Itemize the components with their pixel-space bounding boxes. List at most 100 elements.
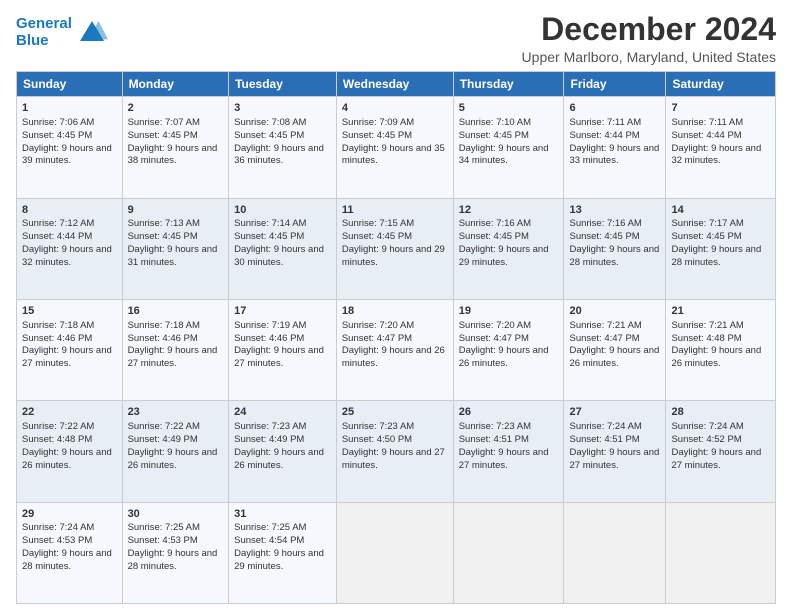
calendar-cell: 6Sunrise: 7:11 AMSunset: 4:44 PMDaylight… <box>564 97 666 198</box>
sunrise: Sunrise: 7:24 AM <box>22 522 94 533</box>
sunrise: Sunrise: 7:06 AM <box>22 117 94 128</box>
sunset: Sunset: 4:46 PM <box>234 333 304 344</box>
daylight: Daylight: 9 hours and 26 minutes. <box>234 447 324 471</box>
calendar-table: SundayMondayTuesdayWednesdayThursdayFrid… <box>16 71 776 604</box>
calendar-cell: 29Sunrise: 7:24 AMSunset: 4:53 PMDayligh… <box>17 502 123 603</box>
week-row-2: 8Sunrise: 7:12 AMSunset: 4:44 PMDaylight… <box>17 198 776 299</box>
daylight: Daylight: 9 hours and 26 minutes. <box>459 345 549 369</box>
day-number: 4 <box>342 101 448 116</box>
daylight: Daylight: 9 hours and 32 minutes. <box>671 143 761 167</box>
sunset: Sunset: 4:51 PM <box>459 434 529 445</box>
sunrise: Sunrise: 7:24 AM <box>671 421 743 432</box>
daylight: Daylight: 9 hours and 29 minutes. <box>459 244 549 268</box>
sunrise: Sunrise: 7:07 AM <box>128 117 200 128</box>
day-number: 5 <box>459 101 559 116</box>
day-number: 20 <box>569 304 660 319</box>
calendar-cell: 8Sunrise: 7:12 AMSunset: 4:44 PMDaylight… <box>17 198 123 299</box>
day-number: 22 <box>22 405 117 420</box>
sunset: Sunset: 4:48 PM <box>22 434 92 445</box>
calendar-cell: 28Sunrise: 7:24 AMSunset: 4:52 PMDayligh… <box>666 401 776 502</box>
day-number: 12 <box>459 203 559 218</box>
calendar-cell: 12Sunrise: 7:16 AMSunset: 4:45 PMDayligh… <box>453 198 564 299</box>
sunrise: Sunrise: 7:23 AM <box>459 421 531 432</box>
sunrise: Sunrise: 7:22 AM <box>22 421 94 432</box>
day-number: 24 <box>234 405 331 420</box>
sunrise: Sunrise: 7:24 AM <box>569 421 641 432</box>
sunrise: Sunrise: 7:15 AM <box>342 218 414 229</box>
sunset: Sunset: 4:53 PM <box>22 535 92 546</box>
day-number: 27 <box>569 405 660 420</box>
sunset: Sunset: 4:49 PM <box>128 434 198 445</box>
sunrise: Sunrise: 7:17 AM <box>671 218 743 229</box>
week-row-3: 15Sunrise: 7:18 AMSunset: 4:46 PMDayligh… <box>17 299 776 400</box>
calendar-cell: 13Sunrise: 7:16 AMSunset: 4:45 PMDayligh… <box>564 198 666 299</box>
daylight: Daylight: 9 hours and 28 minutes. <box>22 548 112 572</box>
daylight: Daylight: 9 hours and 35 minutes. <box>342 143 445 167</box>
calendar-cell <box>666 502 776 603</box>
day-number: 13 <box>569 203 660 218</box>
sunrise: Sunrise: 7:25 AM <box>234 522 306 533</box>
sunrise: Sunrise: 7:23 AM <box>342 421 414 432</box>
sunrise: Sunrise: 7:22 AM <box>128 421 200 432</box>
sunrise: Sunrise: 7:18 AM <box>128 320 200 331</box>
daylight: Daylight: 9 hours and 39 minutes. <box>22 143 112 167</box>
calendar-cell: 26Sunrise: 7:23 AMSunset: 4:51 PMDayligh… <box>453 401 564 502</box>
sunset: Sunset: 4:45 PM <box>671 231 741 242</box>
daylight: Daylight: 9 hours and 29 minutes. <box>234 548 324 572</box>
day-number: 18 <box>342 304 448 319</box>
calendar-cell: 9Sunrise: 7:13 AMSunset: 4:45 PMDaylight… <box>122 198 229 299</box>
calendar-cell: 31Sunrise: 7:25 AM Sunset: 4:54 PM Dayligh… <box>229 502 337 603</box>
sunrise: Sunrise: 7:18 AM <box>22 320 94 331</box>
sunrise: Sunrise: 7:23 AM <box>234 421 306 432</box>
sunrise: Sunrise: 7:16 AM <box>459 218 531 229</box>
calendar-cell: 24Sunrise: 7:23 AMSunset: 4:49 PMDayligh… <box>229 401 337 502</box>
daylight: Daylight: 9 hours and 27 minutes. <box>22 345 112 369</box>
sunset: Sunset: 4:44 PM <box>22 231 92 242</box>
day-number: 6 <box>569 101 660 116</box>
sunset: Sunset: 4:50 PM <box>342 434 412 445</box>
sunrise: Sunrise: 7:25 AM <box>128 522 200 533</box>
day-number: 17 <box>234 304 331 319</box>
header-sunday: Sunday <box>17 72 123 97</box>
logo: General Blue <box>16 16 108 49</box>
sunrise: Sunrise: 7:13 AM <box>128 218 200 229</box>
header-saturday: Saturday <box>666 72 776 97</box>
sunset: Sunset: 4:54 PM <box>234 535 304 546</box>
day-number: 26 <box>459 405 559 420</box>
day-number: 23 <box>128 405 224 420</box>
sunset: Sunset: 4:45 PM <box>342 231 412 242</box>
calendar-cell: 18Sunrise: 7:20 AMSunset: 4:47 PMDayligh… <box>336 299 453 400</box>
header-wednesday: Wednesday <box>336 72 453 97</box>
sunset: Sunset: 4:45 PM <box>128 231 198 242</box>
calendar-cell: 30Sunrise: 7:25 AMSunset: 4:53 PMDayligh… <box>122 502 229 603</box>
sunset: Sunset: 4:45 PM <box>342 130 412 141</box>
title-area: December 2024 Upper Marlboro, Maryland, … <box>522 12 776 65</box>
calendar-cell: 15Sunrise: 7:18 AMSunset: 4:46 PMDayligh… <box>17 299 123 400</box>
day-number: 31 <box>234 507 331 522</box>
sunrise: Sunrise: 7:20 AM <box>342 320 414 331</box>
subtitle: Upper Marlboro, Maryland, United States <box>522 49 776 65</box>
logo-icon <box>76 17 108 49</box>
day-number: 1 <box>22 101 117 116</box>
sunset: Sunset: 4:45 PM <box>128 130 198 141</box>
calendar-cell <box>336 502 453 603</box>
sunrise: Sunrise: 7:21 AM <box>569 320 641 331</box>
day-number: 9 <box>128 203 224 218</box>
day-number: 3 <box>234 101 331 116</box>
day-number: 16 <box>128 304 224 319</box>
sunset: Sunset: 4:51 PM <box>569 434 639 445</box>
sunset: Sunset: 4:47 PM <box>569 333 639 344</box>
sunset: Sunset: 4:44 PM <box>671 130 741 141</box>
week-row-4: 22Sunrise: 7:22 AMSunset: 4:48 PMDayligh… <box>17 401 776 502</box>
daylight: Daylight: 9 hours and 38 minutes. <box>128 143 218 167</box>
sunset: Sunset: 4:45 PM <box>459 130 529 141</box>
calendar-cell <box>453 502 564 603</box>
sunrise: Sunrise: 7:10 AM <box>459 117 531 128</box>
day-number: 10 <box>234 203 331 218</box>
header-monday: Monday <box>122 72 229 97</box>
daylight: Daylight: 9 hours and 26 minutes. <box>22 447 112 471</box>
daylight: Daylight: 9 hours and 28 minutes. <box>569 244 659 268</box>
daylight: Daylight: 9 hours and 27 minutes. <box>342 447 445 471</box>
daylight: Daylight: 9 hours and 26 minutes. <box>342 345 445 369</box>
daylight: Daylight: 9 hours and 36 minutes. <box>234 143 324 167</box>
